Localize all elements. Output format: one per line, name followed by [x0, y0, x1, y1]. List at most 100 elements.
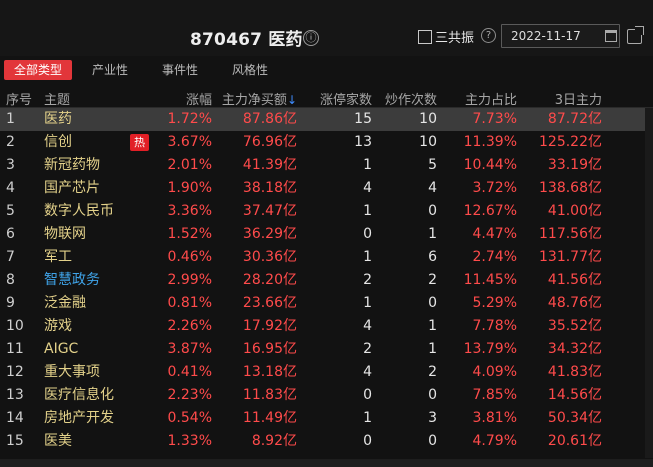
tab-style[interactable]: 风格性 — [224, 60, 276, 80]
row-share: 4.09% — [472, 364, 517, 380]
row-hype: 1 — [428, 341, 437, 357]
date-picker[interactable]: 2022-11-17 — [501, 24, 620, 48]
row-main3d: 131.77亿 — [539, 249, 602, 265]
row-main3d: 20.61亿 — [547, 433, 602, 449]
row-main3d: 41.83亿 — [547, 364, 602, 380]
row-share: 11.39% — [463, 134, 517, 150]
tab-all-types[interactable]: 全部类型 — [4, 60, 72, 80]
row-theme-name: 物联网 — [44, 226, 86, 242]
row-change: 3.87% — [167, 341, 212, 357]
row-change: 0.81% — [167, 295, 212, 311]
row-theme-name: 医药 — [44, 111, 72, 127]
theme-table: 序号 主题 涨幅 主力净买额↓ 涨停家数 炒作次数 主力占比 3日主力 1 医药 1… — [0, 86, 653, 453]
share-icon[interactable] — [627, 26, 644, 44]
row-netbuy: 41.39亿 — [242, 157, 297, 173]
row-share: 3.81% — [472, 410, 517, 426]
row-limitup: 4 — [363, 364, 372, 380]
row-limitup: 0 — [363, 226, 372, 242]
table-header: 序号 主题 涨幅 主力净买额↓ 涨停家数 炒作次数 主力占比 3日主力 — [0, 86, 653, 108]
col-netbuy[interactable]: 主力净买额↓ — [222, 89, 297, 108]
col-change[interactable]: 涨幅 — [186, 89, 212, 108]
row-main3d: 117.56亿 — [539, 226, 602, 242]
gongzhen-checkbox[interactable] — [418, 29, 432, 44]
row-hype: 5 — [428, 157, 437, 173]
row-change: 2.01% — [167, 157, 212, 173]
row-limitup: 4 — [363, 318, 372, 334]
row-idx: 3 — [6, 157, 15, 173]
row-limitup: 15 — [354, 111, 372, 127]
row-main3d: 87.72亿 — [547, 111, 602, 127]
col-theme[interactable]: 主题 — [44, 89, 70, 108]
table-row[interactable]: 9 泛金融 0.81% 23.66亿 1 0 5.29% 48.76亿 — [0, 292, 653, 315]
table-row[interactable]: 13 医疗信息化 2.23% 11.83亿 0 0 7.85% 14.56亿 — [0, 384, 653, 407]
row-netbuy: 23.66亿 — [242, 295, 297, 311]
row-main3d: 34.32亿 — [547, 341, 602, 357]
row-limitup: 2 — [363, 272, 372, 288]
row-share: 4.47% — [472, 226, 517, 242]
row-idx: 5 — [6, 203, 15, 219]
row-hype: 0 — [428, 433, 437, 449]
row-theme-name: 医疗信息化 — [44, 387, 114, 403]
table-row[interactable]: 14 房地产开发 0.54% 11.49亿 1 3 3.81% 50.34亿 — [0, 407, 653, 430]
row-limitup: 1 — [363, 157, 372, 173]
tab-event[interactable]: 事件性 — [154, 60, 206, 80]
row-limitup: 1 — [363, 295, 372, 311]
row-limitup: 1 — [363, 203, 372, 219]
table-body: 1 医药 1.72% 87.86亿 15 10 7.73% 87.72亿 2 信创 3.67% 76.… — [0, 108, 653, 453]
gongzhen-toggle[interactable]: 三共振 — [418, 27, 474, 46]
row-theme-name: 重大事项 — [44, 364, 100, 380]
row-theme-name: 智慧政务 — [44, 272, 100, 288]
col-idx[interactable]: 序号 — [6, 89, 32, 108]
row-theme-name: 国产芯片 — [44, 180, 100, 196]
help-icon[interactable]: ? — [481, 28, 496, 43]
table-row[interactable]: 10 游戏 2.26% 17.92亿 4 1 7.78% 35.52亿 — [0, 315, 653, 338]
table-row[interactable]: 2 信创 3.67% 76.96亿 13 10 11.39% 125.22亿 热 — [0, 131, 653, 154]
col-limitup[interactable]: 涨停家数 — [320, 89, 372, 108]
table-row[interactable]: 8 智慧政务 2.99% 28.20亿 2 2 11.45% 41.56亿 — [0, 269, 653, 292]
row-netbuy: 37.47亿 — [242, 203, 297, 219]
col-main3d[interactable]: 3日主力 — [555, 89, 602, 108]
table-row[interactable]: 1 医药 1.72% 87.86亿 15 10 7.73% 87.72亿 — [0, 108, 653, 131]
table-row[interactable]: 5 数字人民币 3.36% 37.47亿 1 0 12.67% 41.00亿 — [0, 200, 653, 223]
row-change: 0.41% — [167, 364, 212, 380]
row-netbuy: 38.18亿 — [242, 180, 297, 196]
calendar-icon[interactable] — [605, 30, 617, 42]
row-change: 3.36% — [167, 203, 212, 219]
table-row[interactable]: 15 医美 1.33% 8.92亿 0 0 4.79% 20.61亿 — [0, 430, 653, 453]
row-share: 5.29% — [472, 295, 517, 311]
row-hype: 0 — [428, 295, 437, 311]
table-row[interactable]: 4 国产芯片 1.90% 38.18亿 4 4 3.72% 138.68亿 — [0, 177, 653, 200]
info-icon[interactable]: ⓘ — [303, 30, 319, 46]
col-netbuy-label: 主力净买额 — [221, 93, 287, 108]
row-change: 2.99% — [167, 272, 212, 288]
row-limitup: 4 — [363, 180, 372, 196]
row-share: 10.44% — [463, 157, 517, 173]
col-hype[interactable]: 炒作次数 — [385, 89, 437, 108]
title-bar: 870467 医药 ⓘ 三共振 ? 2022-11-17 — [0, 0, 653, 56]
row-netbuy: 8.92亿 — [251, 433, 297, 449]
table-row[interactable]: 12 重大事项 0.41% 13.18亿 4 2 4.09% 41.83亿 — [0, 361, 653, 384]
row-hype: 4 — [428, 180, 437, 196]
row-theme-name: 信创 — [44, 134, 72, 150]
row-limitup: 2 — [363, 341, 372, 357]
table-row[interactable]: 11 AIGC 3.87% 16.95亿 2 1 13.79% 34.32亿 — [0, 338, 653, 361]
table-row[interactable]: 6 物联网 1.52% 36.29亿 0 1 4.47% 117.56亿 — [0, 223, 653, 246]
table-row[interactable]: 7 军工 0.46% 30.36亿 1 6 2.74% 131.77亿 — [0, 246, 653, 269]
row-theme-name: 军工 — [44, 249, 72, 265]
row-idx: 9 — [6, 295, 15, 311]
col-share[interactable]: 主力占比 — [465, 89, 517, 108]
row-limitup: 0 — [363, 387, 372, 403]
row-hype: 1 — [428, 318, 437, 334]
row-main3d: 35.52亿 — [547, 318, 602, 334]
row-change: 1.90% — [167, 180, 212, 196]
horizontal-scrollbar[interactable] — [0, 459, 653, 467]
sort-desc-icon[interactable]: ↓ — [287, 93, 297, 107]
row-main3d: 33.19亿 — [547, 157, 602, 173]
tab-industry[interactable]: 产业性 — [84, 60, 136, 80]
row-main3d: 138.68亿 — [539, 180, 602, 196]
scrollbar[interactable] — [645, 108, 653, 458]
row-theme-name: 泛金融 — [44, 295, 86, 311]
row-main3d: 41.56亿 — [547, 272, 602, 288]
table-row[interactable]: 3 新冠药物 2.01% 41.39亿 1 5 10.44% 33.19亿 — [0, 154, 653, 177]
page-title: 870467 医药 — [190, 30, 303, 50]
